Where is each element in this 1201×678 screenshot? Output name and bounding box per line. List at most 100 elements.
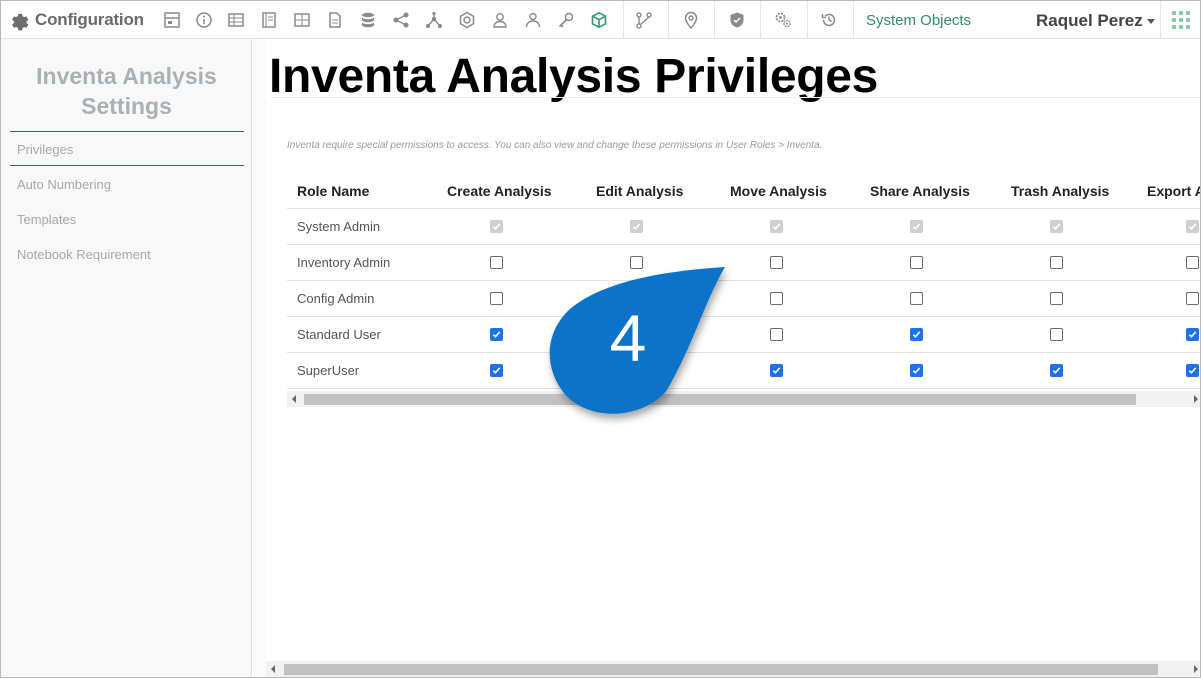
user-menu[interactable]: Raquel Perez <box>1036 11 1155 31</box>
create-analysis-checkbox[interactable] <box>490 328 503 341</box>
user-outline-icon[interactable] <box>491 11 509 29</box>
header-edit-analysis: Edit Analysis <box>596 183 684 199</box>
app-title: Configuration <box>35 10 144 29</box>
privileges-table: Role Name Create Analysis Edit Analysis … <box>287 173 1200 409</box>
app-launcher-icon[interactable] <box>1172 11 1190 29</box>
trash-analysis-checkbox[interactable] <box>1050 256 1063 269</box>
move-analysis-checkbox[interactable] <box>770 292 783 305</box>
title-divider <box>269 97 1200 98</box>
location-icon[interactable] <box>682 11 700 29</box>
table-header-row: Role Name Create Analysis Edit Analysis … <box>287 173 1200 209</box>
badge-icon[interactable] <box>458 11 476 29</box>
export-analysis-checkbox[interactable] <box>1186 292 1199 305</box>
intro-text: Inventa require special permissions to a… <box>287 140 823 151</box>
table-row: Config Admin <box>287 281 1200 317</box>
page-horizontal-scrollbar[interactable] <box>266 661 1200 677</box>
sidebar-item-notebook-requirement[interactable]: Notebook Requirement <box>17 247 151 262</box>
move-analysis-checkbox[interactable] <box>770 364 783 377</box>
create-analysis-checkbox[interactable] <box>490 364 503 377</box>
toolbar-separator <box>807 1 808 39</box>
share-analysis-checkbox[interactable] <box>910 364 923 377</box>
create-analysis-checkbox[interactable] <box>490 292 503 305</box>
edit-analysis-checkbox <box>630 220 643 233</box>
network-icon[interactable] <box>425 11 443 29</box>
role-name: Config Admin <box>297 291 375 306</box>
sheet-icon[interactable] <box>163 11 181 29</box>
history-icon[interactable] <box>820 11 838 29</box>
header-share-analysis: Share Analysis <box>870 183 970 199</box>
header-create-analysis: Create Analysis <box>447 183 552 199</box>
table-row: Standard User <box>287 317 1200 353</box>
trash-analysis-checkbox[interactable] <box>1050 328 1063 341</box>
sidebar-active-underline <box>10 165 244 166</box>
share-analysis-checkbox <box>910 220 923 233</box>
document-icon[interactable] <box>326 11 344 29</box>
header-trash-analysis: Trash Analysis <box>1011 183 1110 199</box>
header-move-analysis: Move Analysis <box>730 183 827 199</box>
system-objects-link[interactable]: System Objects <box>866 12 971 29</box>
sidebar-item-templates[interactable]: Templates <box>17 212 76 227</box>
table-row: SuperUser <box>287 353 1200 389</box>
workflow-icon[interactable] <box>635 11 653 29</box>
toolbar-separator <box>853 1 854 39</box>
step-callout: 4 <box>544 263 734 425</box>
grid-icon[interactable] <box>293 11 311 29</box>
content-gutter <box>253 39 266 677</box>
role-name: System Admin <box>297 219 381 234</box>
app-window: Configuration System Objects Raquel Pere… <box>0 0 1201 678</box>
export-analysis-checkbox[interactable] <box>1186 328 1199 341</box>
header-export-analysis: Export A <box>1147 183 1200 199</box>
scroll-right-icon[interactable] <box>1194 665 1198 673</box>
export-analysis-checkbox <box>1186 220 1199 233</box>
shield-icon[interactable] <box>728 11 746 29</box>
toolbar-separator <box>1160 1 1161 39</box>
chevron-down-icon <box>1146 19 1155 25</box>
toolbar-separator <box>668 1 669 39</box>
role-name: Inventory Admin <box>297 255 391 270</box>
scrollbar-thumb[interactable] <box>284 664 1158 675</box>
notebook-icon[interactable] <box>260 11 278 29</box>
scroll-left-icon[interactable] <box>292 395 296 403</box>
sidebar: Inventa Analysis Settings Privileges Aut… <box>1 39 252 677</box>
person-icon[interactable] <box>524 11 542 29</box>
move-analysis-checkbox[interactable] <box>770 328 783 341</box>
sidebar-item-privileges[interactable]: Privileges <box>17 142 73 157</box>
toolbar-separator <box>760 1 761 39</box>
toolbar-separator <box>714 1 715 39</box>
share-analysis-checkbox[interactable] <box>910 292 923 305</box>
create-analysis-checkbox[interactable] <box>490 256 503 269</box>
move-analysis-checkbox <box>770 220 783 233</box>
gear-icon <box>12 13 29 31</box>
role-name: SuperUser <box>297 363 360 378</box>
table-icon[interactable] <box>227 11 245 29</box>
table-row: Inventory Admin <box>287 245 1200 281</box>
gears-icon[interactable] <box>774 11 792 29</box>
cube-icon[interactable] <box>590 11 608 29</box>
header-role-name: Role Name <box>297 183 370 199</box>
share-analysis-checkbox[interactable] <box>910 256 923 269</box>
sidebar-item-auto-numbering[interactable]: Auto Numbering <box>17 177 111 192</box>
role-name: Standard User <box>297 327 381 342</box>
page-title: Inventa Analysis Privileges <box>269 50 879 103</box>
share-icon[interactable] <box>392 11 410 29</box>
table-row: System Admin <box>287 209 1200 245</box>
share-analysis-checkbox[interactable] <box>910 328 923 341</box>
brand[interactable]: Configuration <box>7 9 144 31</box>
top-navigation-bar: Configuration System Objects Raquel Pere… <box>1 1 1200 39</box>
trash-analysis-checkbox <box>1050 220 1063 233</box>
database-icon[interactable] <box>359 11 377 29</box>
user-name: Raquel Perez <box>1036 11 1143 30</box>
scroll-right-icon[interactable] <box>1194 395 1198 403</box>
create-analysis-checkbox <box>490 220 503 233</box>
table-horizontal-scrollbar[interactable] <box>287 391 1200 407</box>
trash-analysis-checkbox[interactable] <box>1050 292 1063 305</box>
move-analysis-checkbox[interactable] <box>770 256 783 269</box>
export-analysis-checkbox[interactable] <box>1186 364 1199 377</box>
toolbar-separator <box>623 1 624 39</box>
export-analysis-checkbox[interactable] <box>1186 256 1199 269</box>
sidebar-title: Inventa Analysis Settings <box>36 63 217 119</box>
scroll-left-icon[interactable] <box>271 665 275 673</box>
trash-analysis-checkbox[interactable] <box>1050 364 1063 377</box>
key-icon[interactable] <box>557 11 575 29</box>
info-icon[interactable] <box>195 11 213 29</box>
